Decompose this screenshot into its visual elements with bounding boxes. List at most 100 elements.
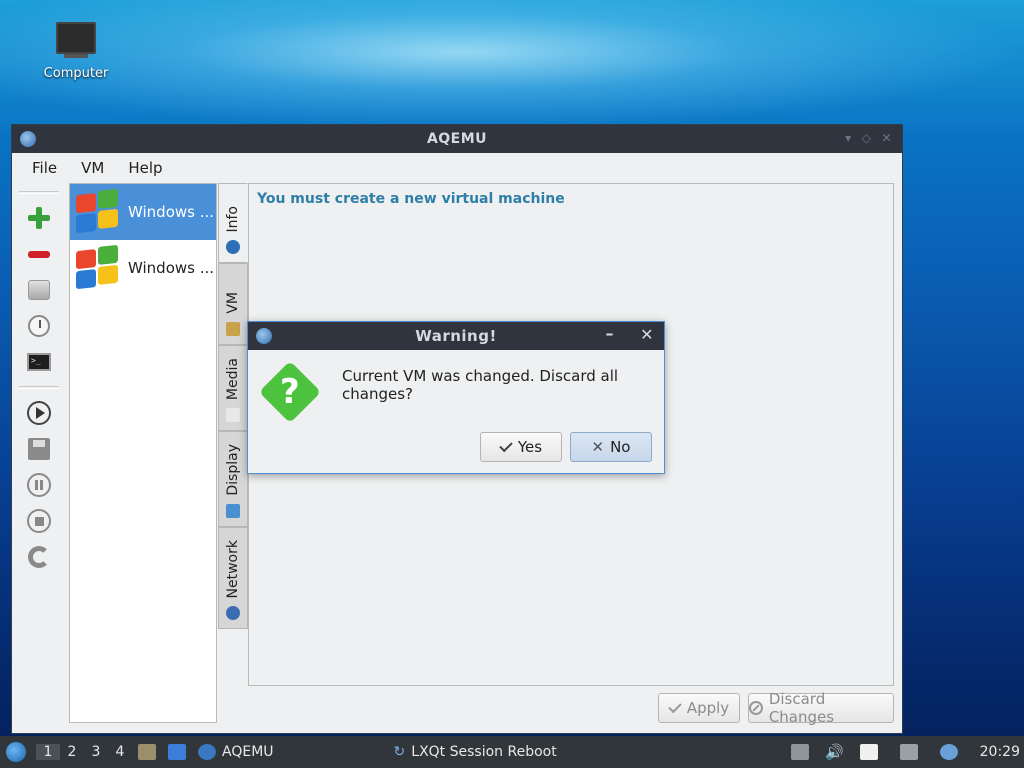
- add-vm-button[interactable]: [21, 200, 57, 236]
- media-icon: [226, 408, 240, 422]
- desktop-icon-computer[interactable]: Computer: [36, 22, 116, 81]
- hdd-manager-button[interactable]: [21, 272, 57, 308]
- notification-icon[interactable]: [939, 744, 958, 760]
- display-icon: [226, 504, 240, 518]
- updates-icon[interactable]: [790, 744, 809, 760]
- dialog-message: Current VM was changed. Discard all chan…: [342, 367, 619, 403]
- system-tray: 🔊 20:29: [785, 736, 1024, 768]
- no-button[interactable]: ✕ No: [570, 432, 652, 462]
- tab-display[interactable]: Display: [218, 431, 248, 527]
- lxqt-logo-icon: [6, 742, 26, 762]
- save-vm-button[interactable]: [21, 431, 57, 467]
- no-label: No: [610, 438, 631, 456]
- vm-list-item[interactable]: Windows ...: [70, 240, 216, 296]
- tab-display-label: Display: [225, 444, 241, 496]
- minus-icon: [28, 250, 50, 258]
- play-icon: [27, 401, 51, 425]
- reload-icon: [28, 546, 50, 568]
- vm-list: Windows ... Windows ...: [69, 183, 217, 723]
- check-icon: [668, 699, 682, 714]
- desktop-3[interactable]: 3: [84, 744, 108, 760]
- tab-network[interactable]: Network: [218, 527, 248, 629]
- tab-info-label: Info: [225, 205, 241, 233]
- check-icon: [499, 438, 513, 453]
- vm-list-item[interactable]: Windows ...: [70, 184, 216, 240]
- maximize-icon[interactable]: ◇: [862, 131, 872, 145]
- network-status-icon[interactable]: [899, 744, 918, 760]
- menu-vm[interactable]: VM: [69, 159, 116, 177]
- settings-clock-button[interactable]: [21, 308, 57, 344]
- dialog-minimize-icon[interactable]: –: [606, 324, 615, 343]
- clock-icon: [28, 315, 50, 337]
- network-icon: [226, 606, 240, 620]
- tab-network-label: Network: [225, 539, 241, 598]
- yes-label: Yes: [517, 438, 543, 456]
- aqemu-app-icon: [20, 131, 36, 147]
- taskbar: 1 2 3 4 AQEMU ↻ LXQt Session Reboot 🔊 20…: [0, 736, 1024, 768]
- discard-changes-button[interactable]: Discard Changes: [748, 690, 894, 726]
- start-vm-button[interactable]: [21, 395, 57, 431]
- desktop-wallpaper: [0, 0, 1024, 130]
- settings-tabs: Info VM Media Display Network: [218, 183, 248, 629]
- disk-icon: [28, 280, 50, 300]
- toolbar-handle: [19, 191, 59, 194]
- volume-icon[interactable]: 🔊: [825, 743, 844, 761]
- desktop-switcher: 1 2 3 4: [36, 744, 132, 760]
- toolbar-separator: [19, 386, 59, 389]
- task-aqemu[interactable]: AQEMU: [198, 744, 274, 760]
- start-menu-button[interactable]: [2, 738, 30, 766]
- desktop-4[interactable]: 4: [108, 744, 132, 760]
- desktop-1[interactable]: 1: [36, 744, 60, 760]
- tab-info[interactable]: Info: [218, 183, 248, 263]
- show-desktop-icon[interactable]: [168, 744, 186, 760]
- reset-vm-button[interactable]: [21, 539, 57, 575]
- tools-icon: [226, 322, 240, 336]
- window-title: AQEMU: [426, 131, 488, 147]
- discard-label: Discard Changes: [768, 690, 835, 726]
- task-aqemu-label: AQEMU: [222, 744, 274, 760]
- stop-icon: [27, 509, 51, 533]
- minimize-icon[interactable]: ▾: [845, 131, 852, 145]
- menu-file[interactable]: File: [20, 159, 69, 177]
- clipboard-icon[interactable]: [859, 744, 878, 760]
- vm-toolbar: >_: [16, 185, 62, 725]
- aqemu-app-icon: [198, 744, 216, 760]
- dialog-titlebar[interactable]: Warning! – ✕: [248, 322, 664, 350]
- cancel-icon: [749, 701, 763, 715]
- stop-vm-button[interactable]: [21, 503, 57, 539]
- terminal-icon: >_: [27, 353, 51, 371]
- desktop-2[interactable]: 2: [60, 744, 84, 760]
- dialog-close-icon[interactable]: ✕: [640, 325, 654, 344]
- close-icon[interactable]: ✕: [881, 131, 892, 145]
- vm-name: Windows ...: [128, 203, 215, 221]
- yes-button[interactable]: Yes: [480, 432, 562, 462]
- reboot-icon: ↻: [393, 744, 406, 760]
- tab-media-label: Media: [225, 357, 241, 400]
- tab-vm-label: VM: [225, 292, 241, 314]
- desktop-icon-label: Computer: [43, 66, 109, 81]
- plus-icon: [28, 207, 50, 229]
- apply-button[interactable]: Apply: [658, 693, 740, 723]
- delete-vm-button[interactable]: [21, 236, 57, 272]
- info-icon: [226, 240, 240, 254]
- task-session-reboot[interactable]: ↻ LXQt Session Reboot: [394, 744, 557, 760]
- aqemu-app-icon: [256, 328, 272, 344]
- windows-logo-icon: [74, 188, 120, 236]
- dialog-title: Warning!: [415, 327, 497, 345]
- task-session-label: LXQt Session Reboot: [411, 744, 557, 760]
- warning-dialog: Warning! – ✕ ? Current VM was changed. D…: [247, 321, 665, 474]
- menu-help[interactable]: Help: [116, 159, 174, 177]
- tab-vm[interactable]: VM: [218, 263, 248, 345]
- menubar: File VM Help: [12, 153, 902, 183]
- computer-icon: [56, 22, 96, 58]
- tab-media[interactable]: Media: [218, 345, 248, 431]
- file-manager-icon[interactable]: [138, 744, 156, 760]
- apply-label: Apply: [686, 699, 730, 717]
- save-icon: [28, 438, 50, 460]
- vm-name: Windows ...: [128, 259, 215, 277]
- window-titlebar[interactable]: AQEMU ▾ ◇ ✕: [12, 125, 902, 153]
- pause-vm-button[interactable]: [21, 467, 57, 503]
- terminal-button[interactable]: >_: [21, 344, 57, 380]
- clock[interactable]: 20:29: [980, 744, 1020, 760]
- question-icon: ?: [258, 360, 322, 424]
